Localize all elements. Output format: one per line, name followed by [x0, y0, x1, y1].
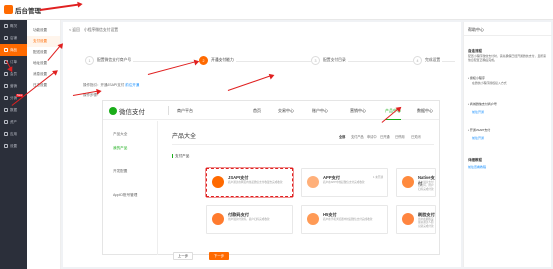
product-card-jsapi[interactable]: JSAPI支付 商户通过在网页内拉起微信支付收银台完成收款 — [206, 168, 293, 197]
wp-nav-marketing[interactable]: 营销中心 — [350, 108, 366, 114]
store-icon — [4, 36, 8, 40]
assets-icon — [4, 120, 8, 124]
wp-title: 产品大全 — [172, 134, 197, 140]
data-icon — [4, 108, 8, 112]
help-item-authorize: • 授权小程序 — [468, 76, 485, 80]
wechatpay-screenshot: 微信支付 商户平台 首页 交易中心 账户中心 营销中心 产品中心 数据中心 产品… — [102, 100, 440, 255]
step-2: 2 开通支付能力 — [199, 56, 236, 65]
wp-category: 支付产品 — [172, 154, 189, 159]
sidebar-item-orders[interactable]: 订单 — [0, 56, 27, 68]
product-card-native[interactable]: Native支付 商户展示支付二维码，用户扫码完成付款 — [396, 168, 436, 197]
annotation-arrow — [39, 3, 80, 11]
top-bar: 后台管理 — [0, 0, 553, 20]
divider — [168, 106, 169, 115]
sidebar-item-overview[interactable]: 概况 — [0, 20, 27, 32]
sidebar-item-marketing[interactable]: 营销 — [0, 80, 27, 92]
sub-sidebar: 功能设置 支付设置 配送设置 地址设置 消息设置 日志设置 — [27, 20, 61, 269]
back-link[interactable]: < 返回 — [69, 28, 80, 33]
help-section-tutorial: 详细教程 — [468, 158, 482, 162]
wechatpay-sidebar: 产品大全 我的产品 开发配置 AppID账号管理 — [103, 121, 158, 255]
wp-side-all-products[interactable]: 产品大全 — [113, 132, 127, 137]
goods-icon — [4, 48, 8, 52]
guide-text: 操作指引：开通JSAPI支付 前往开通 — [83, 83, 140, 87]
distribution-icon — [4, 96, 8, 100]
step-3: 3 配置支付目录 — [311, 56, 348, 65]
subnav-payment-settings[interactable]: 支付设置 — [27, 36, 60, 47]
wechatpay-content: 产品大全 全部 支付产品 申请中 已开通 已停用 已关闭 支付产品 JSAPI支… — [162, 121, 440, 255]
h5-pay-icon — [307, 213, 319, 225]
help-section-text: 配置小程序微信支付时，需先确保已经开通微信支付，且所需信息配置正确后完成。 — [468, 54, 547, 62]
help-panel: 帮助中心 自连流程 配置小程序微信支付时，需先确保已经开通微信支付，且所需信息配… — [463, 22, 552, 267]
help-link-tutorial[interactable]: 前往查看教程 — [468, 165, 486, 169]
sidebar-item-data[interactable]: 数据 — [0, 104, 27, 116]
sidebar-item-goods[interactable]: 商品 — [0, 44, 27, 56]
wp-side-appid[interactable]: AppID账号管理 — [113, 193, 137, 198]
step-indicator: 1 配置微信支付商户号 2 开通支付能力 3 配置支付目录 4 完成设置 — [85, 56, 455, 68]
wechatpay-platform: 商户平台 — [177, 108, 193, 113]
product-card-app[interactable]: APP支付 商户在APP中拉起微信支付完成收款 1 未开通 — [301, 168, 388, 197]
help-item-merchant: • 商城微信支付商户号 — [468, 102, 497, 106]
app-pay-icon — [307, 176, 319, 188]
sidebar-item-apps[interactable]: 应用 — [0, 128, 27, 140]
breadcrumb-current: 小程序微信支付设置 — [83, 28, 119, 32]
wp-filter-opened[interactable]: 已开通 — [380, 134, 390, 139]
help-link-merchant[interactable]: 前往开通 — [472, 110, 484, 114]
guide-link[interactable]: 前往开通 — [125, 83, 139, 87]
native-pay-icon — [402, 176, 414, 188]
main-sidebar: 概况 店铺 商品 订单 会员 营销 分销 New 数据 资产 应用 设置 — [0, 20, 27, 269]
breadcrumb: < 返回 小程序微信支付设置 — [69, 28, 118, 33]
wp-filter-applying[interactable]: 申请中 — [367, 134, 377, 139]
wp-nav-trade[interactable]: 交易中心 — [278, 108, 294, 114]
wp-filter-disabled[interactable]: 已停用 — [395, 134, 405, 139]
wp-filter-pay[interactable]: 支付产品 — [351, 134, 364, 139]
face-pay-icon — [402, 213, 414, 225]
step-line — [85, 61, 455, 62]
wp-filter-closed[interactable]: 已关闭 — [411, 134, 421, 139]
wp-filter-all[interactable]: 全部 — [339, 134, 345, 139]
wp-nav-account[interactable]: 账户中心 — [312, 108, 328, 114]
product-card-h5[interactable]: H5支付 商户在手机浏览器中拉起微信支付完成收款 — [301, 205, 388, 234]
members-icon — [4, 72, 8, 76]
divider — [464, 35, 552, 36]
product-card-micropay[interactable]: 付款码支付 用户展示付款码，商户扫码完成收款 — [206, 205, 293, 234]
divider — [172, 144, 434, 145]
help-link-jsapi[interactable]: 前往开通 — [472, 136, 484, 140]
app-logo-icon — [4, 5, 13, 14]
subnav-function-settings[interactable]: 功能设置 — [27, 25, 60, 36]
prev-step-button[interactable]: 上一步 — [173, 252, 193, 260]
sidebar-item-settings[interactable]: 设置 — [0, 140, 27, 152]
sidebar-item-store[interactable]: 店铺 — [0, 32, 27, 44]
wp-nav-home[interactable]: 首页 — [253, 108, 261, 114]
wp-side-dev-config[interactable]: 开发配置 — [113, 169, 127, 174]
wechatpay-logo: 微信支付 — [109, 106, 145, 116]
wp-side-my-products[interactable]: 我的产品 — [113, 146, 127, 151]
marketing-icon — [4, 84, 8, 88]
sidebar-item-assets[interactable]: 资产 — [0, 116, 27, 128]
help-item-authorize-sub: 在微信小程序授权接入方式 — [472, 81, 507, 85]
main-panel: < 返回 小程序微信支付设置 1 配置微信支付商户号 2 开通支付能力 3 配置支付目… — [63, 22, 461, 267]
help-title: 帮助中心 — [468, 27, 484, 32]
jsapi-icon — [212, 176, 224, 188]
wechatpay-logo-icon — [109, 107, 117, 115]
step-1: 1 配置微信支付商户号 — [85, 56, 134, 65]
help-item-jsapi: • 开通JSAPI支付 — [468, 128, 491, 132]
step-4: 4 完成设置 — [413, 56, 443, 65]
app-title: 后台管理 — [15, 8, 41, 15]
micropay-icon — [212, 213, 224, 225]
next-step-button[interactable]: 下一步 — [209, 252, 229, 260]
wp-nav-data[interactable]: 数据中心 — [417, 108, 433, 114]
apps-icon — [4, 132, 8, 136]
overview-icon — [4, 24, 8, 28]
gear-icon — [4, 144, 8, 148]
product-card-face[interactable]: 刷脸支付 用户在刷脸设备前通过人脸识别完成付款 — [396, 205, 436, 234]
